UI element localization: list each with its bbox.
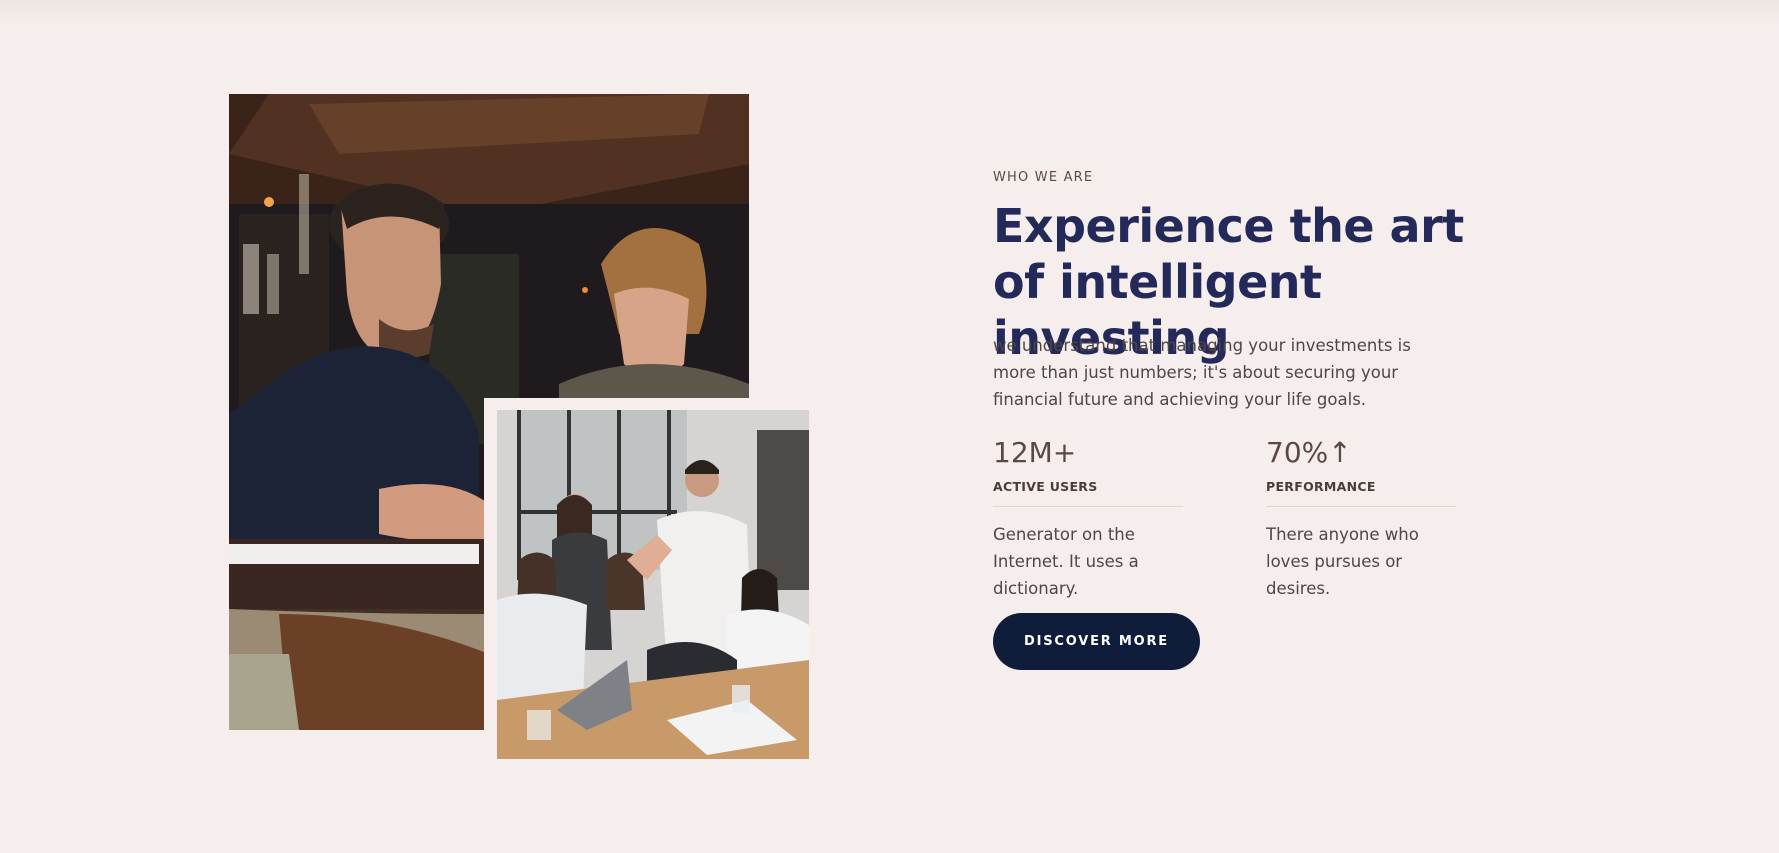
header-shadow <box>0 0 1779 26</box>
stat-description: There anyone who loves pursues or desire… <box>1266 525 1419 598</box>
stat-description: Generator on the Internet. It uses a dic… <box>993 525 1139 598</box>
stat-divider <box>993 506 1183 507</box>
team-photo <box>497 410 809 759</box>
stat-value: 12M+ <box>993 436 1077 469</box>
stat-divider <box>1266 506 1456 507</box>
section-lead: we understand that managing your investm… <box>993 336 1411 409</box>
section-eyebrow: WHO WE ARE <box>993 170 1094 185</box>
stat-performance: 70%↑ PERFORMANCE There anyone who loves … <box>1266 436 1456 602</box>
stat-value: 70%↑ <box>1266 436 1352 469</box>
stat-active-users: 12M+ ACTIVE USERS Generator on the Inter… <box>993 436 1183 602</box>
stat-label: ACTIVE USERS <box>993 479 1098 494</box>
discover-more-button[interactable]: DISCOVER MORE <box>993 613 1200 670</box>
stat-label: PERFORMANCE <box>1266 479 1376 494</box>
